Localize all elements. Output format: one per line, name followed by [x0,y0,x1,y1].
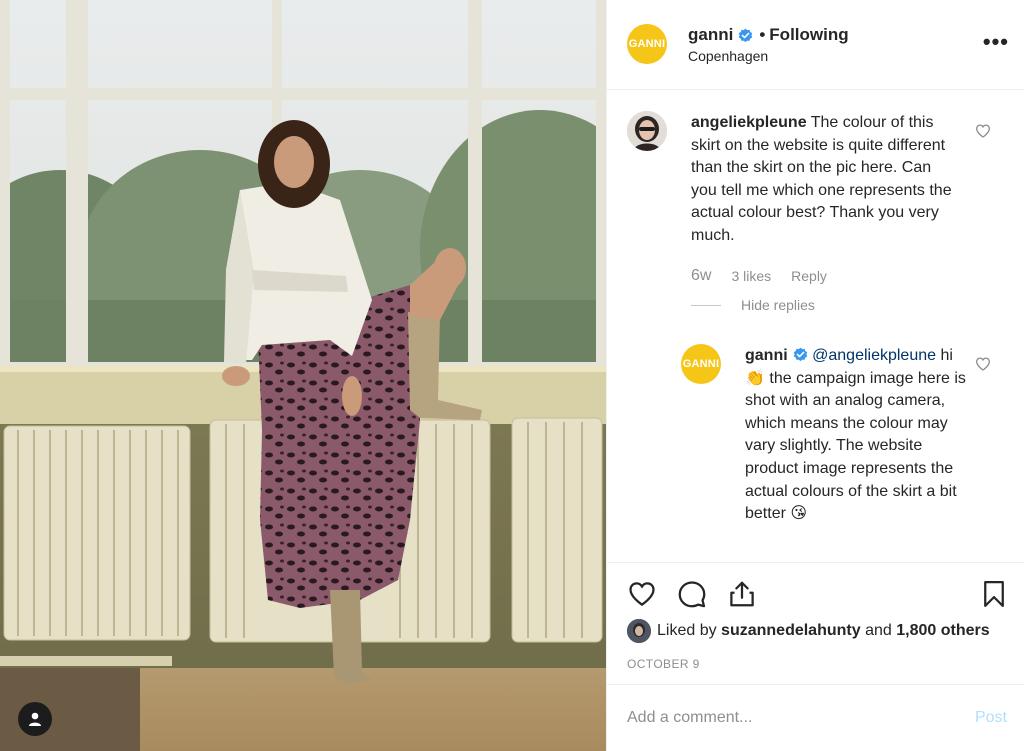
post-header: GANNI ganni • Following Copenhagen ••• [607,0,1024,90]
hide-replies-row[interactable]: Hide replies [691,297,815,313]
post-comment-button[interactable]: Post [975,709,1007,727]
commenter-avatar[interactable] [627,111,667,151]
heart-icon[interactable] [627,579,657,609]
liker-avatar-image [627,619,651,643]
post-actions: Liked by suzannedelahunty and 1,800 othe… [607,562,1024,684]
reply-button[interactable]: Reply [791,268,827,284]
comment-body: The colour of this skirt on the website … [691,114,952,244]
more-options-button[interactable]: ••• [983,31,1009,53]
verified-badge-icon [738,28,753,43]
reply-avatar[interactable]: GANNI [681,344,721,384]
liked-by-row: Liked by suzannedelahunty and 1,800 othe… [627,619,990,643]
comment-composer: Add a comment... Post [607,684,1024,751]
post-date[interactable]: OCTOBER 9 [627,657,700,671]
following-button[interactable]: Following [769,25,848,45]
liked-by-user[interactable]: suzannedelahunty [721,622,861,640]
liked-by-prefix: Liked by [657,622,717,639]
user-tag-icon [29,712,41,726]
reply-verified-badge-icon [793,347,808,362]
avatar[interactable]: GANNI [627,24,667,64]
avatar-label: GANNI [628,38,666,50]
user-tag-button[interactable] [18,702,52,736]
reply-text: ganni @angeliekpleune hi 👏 the campaign … [745,345,967,526]
comment-like-heart-icon[interactable] [975,123,991,139]
comment-meta: 6w 3 likes Reply [691,267,827,285]
reply-text-part1: hi [940,347,953,364]
comment-likes-count[interactable]: 3 likes [731,268,771,284]
post-location[interactable]: Copenhagen [688,48,768,64]
reply-like-heart-icon[interactable] [975,356,991,372]
liked-by-and: and [865,622,892,639]
post-username[interactable]: ganni [688,25,733,45]
reply-mention[interactable]: @angeliekpleune [812,347,936,364]
add-comment-input[interactable]: Add a comment... [627,709,752,727]
comment-username[interactable]: angeliekpleune [691,114,807,131]
post-details-panel: GANNI ganni • Following Copenhagen ••• a… [606,0,1024,751]
kiss-emoji: 😘 [790,505,808,523]
post-photo[interactable] [0,0,606,751]
header-name-row: ganni • Following [688,25,849,45]
share-icon[interactable] [727,579,757,609]
post-image [0,0,606,751]
clapping-emoji: 👏 [745,369,765,387]
likes-others-link[interactable]: 1,800 others [896,622,989,640]
liker-avatar[interactable] [627,619,651,643]
reply-avatar-label: GANNI [682,358,720,370]
comment-text: angeliekpleune The colour of this skirt … [691,112,959,248]
reply-username[interactable]: ganni [745,347,788,364]
bookmark-icon[interactable] [979,579,1009,609]
reply-text-part2: the campaign image here is shot with an … [745,369,966,523]
hide-replies-button[interactable]: Hide replies [741,297,815,313]
comment-bubble-icon[interactable] [677,579,707,609]
separator-dot: • [759,25,766,44]
hide-replies-line [691,304,721,306]
commenter-avatar-image [627,111,667,151]
comments-section[interactable]: angeliekpleune The colour of this skirt … [607,91,1024,561]
comment-age[interactable]: 6w [691,267,711,285]
